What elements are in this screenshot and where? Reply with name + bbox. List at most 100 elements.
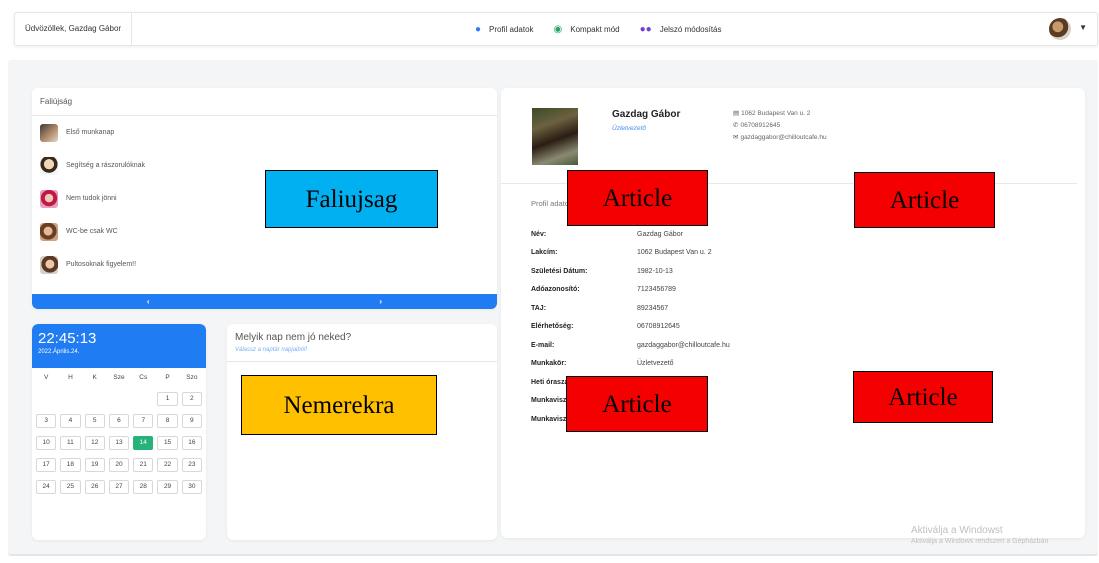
chevron-down-icon[interactable]: ▼ (1079, 23, 1087, 32)
profile-contact: ▤ 1062 Budapest Van u. 2 ✆ 06708912645 ✉ ga… (733, 108, 827, 144)
article-label: Article (567, 170, 708, 226)
calendar-day[interactable]: 8 (157, 414, 178, 428)
field-value: 7123456789 (637, 286, 676, 294)
calendar-day[interactable]: 26 (84, 480, 105, 494)
calendar-day[interactable]: 24 (36, 480, 57, 494)
calendar-day[interactable]: 19 (84, 458, 105, 472)
calendar-blank (109, 392, 129, 406)
weekday-header: Sze (113, 374, 125, 381)
unavailable-days-subtitle: Válassz a naptár napjaiból! (227, 343, 497, 362)
unavailable-days-title: Melyik nap nem jó neked? (235, 332, 352, 343)
windows-activation-watermark: Aktiválja a Windowst Aktiválja a Windows… (911, 525, 1048, 545)
field-value: 06708912645 (637, 323, 680, 331)
nav-link-label: Kompakt mód (570, 24, 620, 34)
field-value: 1062 Budapest Van u. 2 (637, 249, 712, 257)
calendar-day[interactable]: 4 (60, 414, 81, 428)
nav-link-compact[interactable]: ◉ Kompakt mód (554, 24, 620, 35)
calendar-day[interactable]: 20 (108, 458, 130, 472)
calendar-day[interactable]: 22 (157, 458, 178, 472)
prev-button[interactable]: ‹ (32, 294, 265, 309)
calendar-day[interactable]: 29 (157, 480, 178, 494)
profile-photo (532, 108, 578, 165)
envelope-icon: ✉ (733, 134, 739, 141)
clock-time: 22:45:13 (38, 330, 97, 347)
avatar[interactable] (1049, 18, 1071, 40)
next-button[interactable]: › (265, 294, 498, 309)
weekday-header: P (165, 374, 170, 381)
news-title: Faliújság (32, 88, 497, 116)
field-label: Munkakör: (531, 360, 567, 368)
profile-row: Munkakör: Üzletvezető (531, 355, 730, 374)
article-label: Article (854, 172, 995, 228)
calendar-day[interactable]: 18 (60, 458, 81, 472)
phone-icon: ✆ (733, 122, 739, 129)
news-avatar (40, 255, 58, 274)
nav-link-label: Jelszó módosítás (659, 24, 722, 34)
calendar-day[interactable]: 2 (181, 392, 202, 406)
calendar-day[interactable]: 27 (108, 480, 130, 494)
calendar-day[interactable]: 23 (181, 458, 202, 472)
weekday-header: Cs (139, 374, 148, 381)
news-item[interactable]: Pultosoknak figyelem!! (32, 248, 497, 281)
calendar-day[interactable]: 13 (108, 436, 130, 450)
nav-link-profile[interactable]: ● Profil adatok (475, 24, 534, 35)
news-avatar (40, 189, 58, 208)
calendar-day[interactable]: 15 (157, 436, 178, 450)
field-label: Adóazonosító: (531, 286, 580, 294)
news-item-title: Segítség a rászorulóknak (66, 162, 145, 169)
nemerekra-label: Nemerekra (241, 375, 437, 435)
field-value: gazdaggabor@chilloutcafe.hu (637, 341, 730, 349)
profile-card: Gazdag Gábor Üzletvezető ▤ 1062 Budapest … (501, 88, 1085, 538)
calendar-day[interactable]: 3 (36, 414, 57, 428)
map-icon: ▤ (733, 110, 740, 117)
field-value: 1982-10-13 (637, 267, 673, 275)
news-item-title: Nem tudok jönni (66, 195, 117, 202)
news-item-title: Pultosoknak figyelem!! (66, 261, 137, 268)
field-value: 89234567 (637, 304, 669, 312)
article-label: Article (853, 371, 993, 423)
news-item-title: Első munkanap (66, 129, 115, 136)
watermark-line: Aktiválja a Windows rendszert a Gépházba… (911, 538, 1049, 545)
top-navbar: Üdvözöllek, Gazdag Gábor ● Profil adatok… (14, 12, 1098, 46)
calendar-day[interactable]: 21 (133, 458, 154, 472)
news-item[interactable]: Első munkanap (32, 116, 497, 149)
calendar-day[interactable]: 30 (181, 480, 202, 494)
profile-row: Adóazonosító: 7123456789 (531, 281, 730, 300)
calendar-blank (85, 392, 105, 406)
calendar-day[interactable]: 28 (133, 480, 154, 494)
news-item-title: WC-be csak WC (66, 228, 118, 235)
calendar-grid: V H K Sze Cs P Szo 1 2 3 4 5 6 7 8 9 10 11 12 13 14 15 16 17 18 1… (32, 368, 206, 498)
calendar-day[interactable]: 7 (133, 414, 154, 428)
calendar-day[interactable]: 1 (157, 392, 178, 406)
field-label: E-mail: (531, 341, 555, 349)
calendar-header: 22:45:13 2022.Április.24. (32, 324, 206, 368)
field-label: Név: (531, 230, 547, 238)
field-label: Elérhetőség: (531, 323, 574, 331)
field-label: TAJ: (531, 304, 547, 312)
calendar-day-today[interactable]: 14 (133, 436, 154, 450)
calendar-day[interactable]: 5 (84, 414, 105, 428)
calendar-day[interactable]: 10 (36, 436, 57, 450)
calendar-day[interactable]: 16 (181, 436, 202, 450)
profile-phone: 06708912645 (740, 122, 781, 129)
news-avatar (40, 123, 58, 142)
weekday-header: Szo (186, 374, 198, 381)
field-label: Lakcím: (531, 249, 558, 257)
eye-icon: ◉ (553, 23, 563, 35)
calendar-day[interactable]: 17 (36, 458, 57, 472)
calendar-day[interactable]: 9 (181, 414, 202, 428)
weekday-header: V (43, 374, 49, 381)
field-value: Üzletvezető (637, 360, 674, 368)
news-avatar (40, 222, 58, 241)
calendar-day[interactable]: 6 (108, 414, 130, 428)
article-label: Article (566, 376, 708, 432)
nav-link-password[interactable]: ●● Jelszó módosítás (640, 24, 722, 35)
profile-row: Születési Dátum: 1982-10-13 (531, 262, 730, 281)
calendar-day[interactable]: 12 (84, 436, 105, 450)
weekday-header: H (68, 374, 73, 381)
profile-row: E-mail: gazdaggabor@chilloutcafe.hu (531, 336, 730, 355)
calendar-day[interactable]: 25 (60, 480, 81, 494)
users-icon: ●● (639, 23, 652, 35)
calendar-day[interactable]: 11 (60, 436, 81, 450)
profile-row: TAJ: 89234567 (531, 299, 730, 318)
